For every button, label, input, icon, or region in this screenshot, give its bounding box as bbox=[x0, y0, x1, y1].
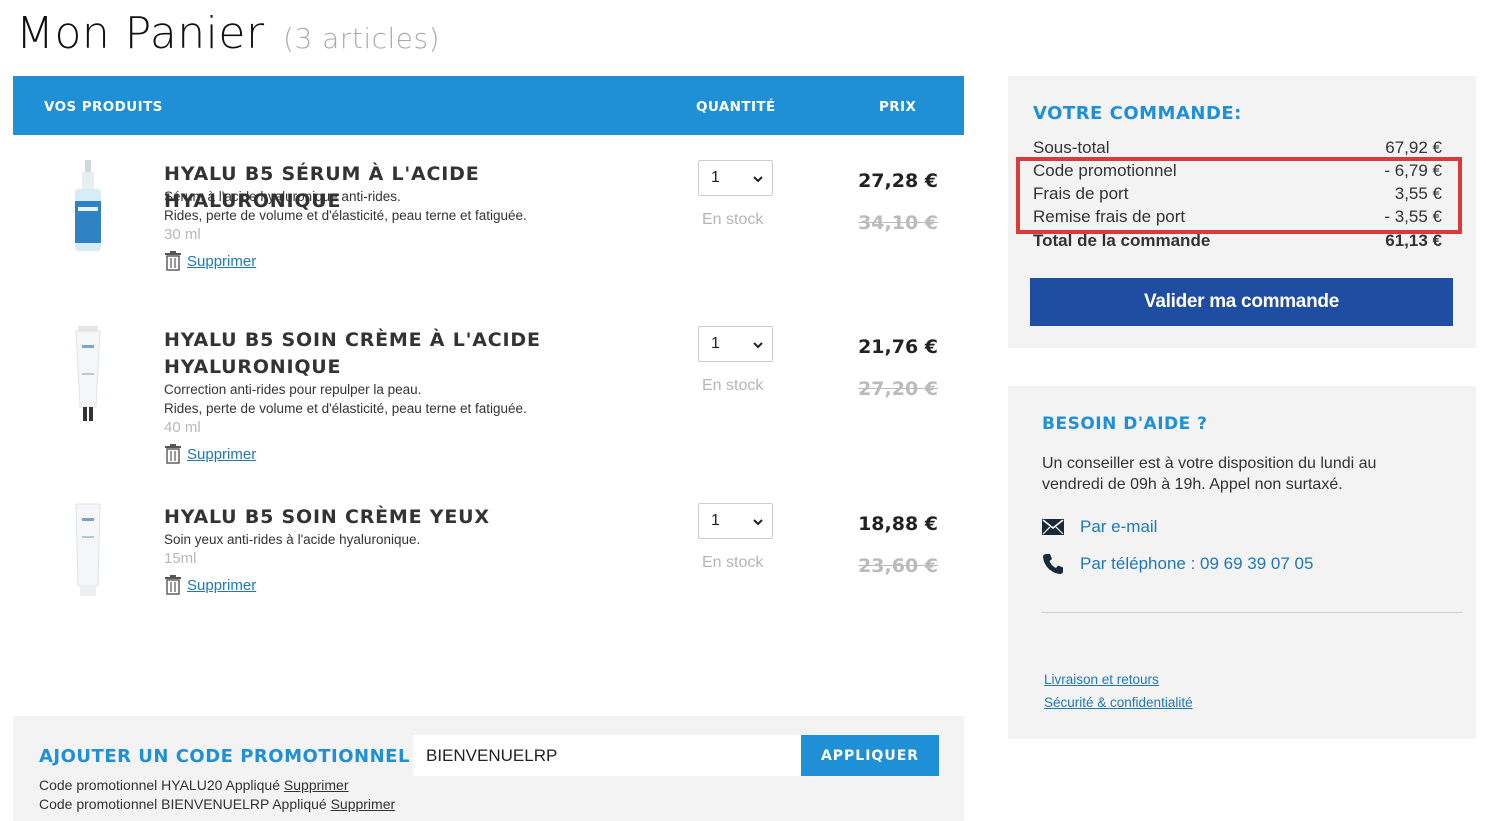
highlight-box bbox=[1016, 157, 1462, 234]
product-image-eye-cream[interactable] bbox=[63, 500, 113, 600]
product-title[interactable]: HYALU B5 SOIN CRÈME YEUX bbox=[164, 504, 664, 531]
phone-link[interactable]: Par téléphone : 09 69 39 07 05 bbox=[1080, 554, 1313, 574]
remove-promo-link[interactable]: Supprimer bbox=[331, 796, 396, 812]
article-count: (3 articles) bbox=[283, 22, 441, 55]
product-row: HYALU B5 SOIN CRÈME À L'ACIDE HYALURONIQ… bbox=[13, 301, 964, 491]
product-old-price: 23,60 € bbox=[858, 555, 938, 577]
quantity-select[interactable]: 1 bbox=[698, 503, 773, 539]
product-old-price: 34,10 € bbox=[858, 212, 938, 234]
product-description: Correction anti-rides pour repulper la p… bbox=[164, 382, 422, 397]
applied-promo: Code promotionnel HYALU20 Appliqué Suppr… bbox=[39, 777, 349, 793]
summary-title: VOTRE COMMANDE: bbox=[1033, 103, 1242, 124]
product-price: 21,76 € bbox=[858, 336, 938, 358]
product-image-cream[interactable] bbox=[63, 323, 113, 423]
product-size: 40 ml bbox=[164, 419, 201, 436]
security-privacy-link[interactable]: Sécurité & confidentialité bbox=[1044, 695, 1193, 710]
stock-status: En stock bbox=[702, 554, 764, 571]
product-description-2: Rides, perte de volume et d'élasticité, … bbox=[164, 208, 527, 223]
remove-product[interactable]: Supprimer bbox=[164, 575, 256, 595]
page-title: Mon Panier (3 articles) bbox=[16, 8, 440, 59]
stock-status: En stock bbox=[702, 377, 764, 394]
product-price: 27,28 € bbox=[858, 170, 938, 192]
remove-product[interactable]: Supprimer bbox=[164, 444, 256, 464]
column-header-quantity: QUANTITÉ bbox=[696, 99, 776, 115]
column-header-products: VOS PRODUITS bbox=[44, 99, 163, 115]
validate-order-button[interactable]: Valider ma commande bbox=[1030, 278, 1453, 326]
summary-value: 67,92 € bbox=[1385, 138, 1442, 157]
product-price: 18,88 € bbox=[858, 513, 938, 535]
applied-promo-text: Code promotionnel BIENVENUELRP Appliqué bbox=[39, 796, 327, 812]
remove-link[interactable]: Supprimer bbox=[187, 577, 256, 594]
product-row: HYALU B5 SÉRUM À L'ACIDE HYALURONIQUE Sé… bbox=[13, 135, 964, 315]
summary-label: Sous-total bbox=[1033, 138, 1110, 157]
summary-value: 61,13 € bbox=[1385, 231, 1442, 250]
promo-code-input[interactable] bbox=[413, 735, 801, 776]
chevron-down-icon bbox=[753, 519, 763, 526]
phone-icon bbox=[1043, 554, 1063, 574]
summary-row-total: Total de la commande 61,13 € bbox=[1033, 231, 1442, 251]
help-divider bbox=[1042, 612, 1462, 613]
product-description: Sérum à l'acide hyaluronique anti-rides. bbox=[164, 189, 401, 204]
remove-promo-link[interactable]: Supprimer bbox=[284, 777, 349, 793]
table-header: VOS PRODUITS QUANTITÉ PRIX bbox=[13, 76, 964, 135]
trash-icon bbox=[165, 575, 181, 595]
product-description: Soin yeux anti-rides à l'acide hyaluroni… bbox=[164, 532, 421, 547]
help-section: BESOIN D'AIDE ? Un conseiller est à votr… bbox=[1008, 386, 1476, 739]
product-size: 15ml bbox=[164, 550, 197, 567]
remove-link[interactable]: Supprimer bbox=[187, 446, 256, 463]
quantity-select[interactable]: 1 bbox=[698, 160, 773, 196]
page-title-text: Mon Panier bbox=[16, 8, 265, 59]
email-contact[interactable]: Par e-mail bbox=[1042, 517, 1157, 537]
applied-promo-text: Code promotionnel HYALU20 Appliqué bbox=[39, 777, 281, 793]
trash-icon bbox=[165, 251, 181, 271]
quantity-value: 1 bbox=[711, 335, 720, 352]
summary-row-subtotal: Sous-total 67,92 € bbox=[1033, 138, 1442, 158]
envelope-icon bbox=[1042, 519, 1064, 535]
chevron-down-icon bbox=[753, 176, 763, 183]
help-text: Un conseiller est à votre disposition du… bbox=[1042, 455, 1377, 493]
product-image-serum[interactable] bbox=[63, 157, 113, 257]
promo-code-section: AJOUTER UN CODE PROMOTIONNEL APPLIQUER C… bbox=[13, 716, 964, 821]
quantity-select[interactable]: 1 bbox=[698, 326, 773, 362]
shipping-returns-link[interactable]: Livraison et retours bbox=[1044, 672, 1159, 687]
chevron-down-icon bbox=[753, 342, 763, 349]
stock-status: En stock bbox=[702, 211, 764, 228]
trash-icon bbox=[165, 444, 181, 464]
applied-promo: Code promotionnel BIENVENUELRP Appliqué … bbox=[39, 796, 395, 812]
remove-product[interactable]: Supprimer bbox=[164, 251, 256, 271]
product-description-2: Rides, perte de volume et d'élasticité, … bbox=[164, 401, 527, 416]
order-summary: VOTRE COMMANDE: Sous-total 67,92 € Code … bbox=[1008, 76, 1476, 348]
email-link[interactable]: Par e-mail bbox=[1080, 517, 1157, 537]
promo-title: AJOUTER UN CODE PROMOTIONNEL bbox=[39, 746, 410, 767]
column-header-price: PRIX bbox=[879, 99, 917, 115]
phone-contact[interactable]: Par téléphone : 09 69 39 07 05 bbox=[1042, 553, 1313, 575]
quantity-value: 1 bbox=[711, 169, 720, 186]
product-old-price: 27,20 € bbox=[858, 378, 938, 400]
remove-link[interactable]: Supprimer bbox=[187, 253, 256, 270]
apply-promo-button[interactable]: APPLIQUER bbox=[801, 735, 939, 776]
products-section: VOS PRODUITS QUANTITÉ PRIX HYALU B5 SÉRU… bbox=[13, 76, 964, 696]
product-title[interactable]: HYALU B5 SOIN CRÈME À L'ACIDE HYALURONIQ… bbox=[164, 327, 664, 381]
quantity-value: 1 bbox=[711, 512, 720, 529]
help-title: BESOIN D'AIDE ? bbox=[1042, 414, 1208, 434]
product-row: HYALU B5 SOIN CRÈME YEUX Soin yeux anti-… bbox=[13, 478, 964, 618]
summary-label: Total de la commande bbox=[1033, 231, 1211, 250]
product-size: 30 ml bbox=[164, 226, 201, 243]
